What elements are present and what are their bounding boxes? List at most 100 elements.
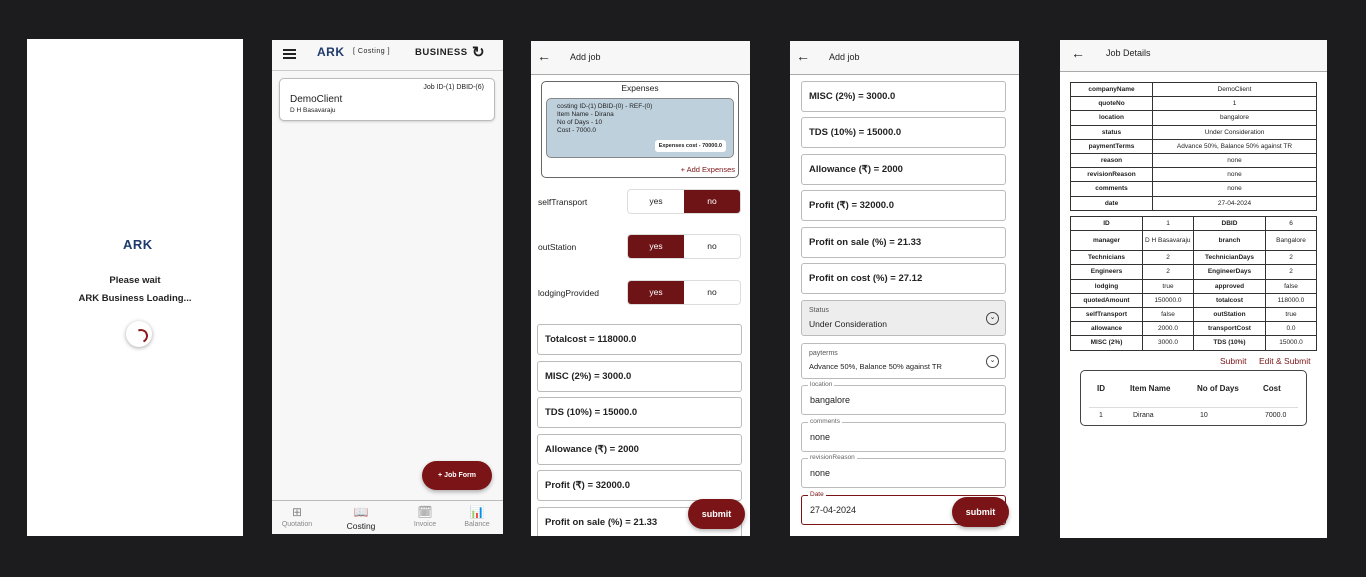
nav-balance[interactable]: 📊 Balance	[452, 505, 502, 528]
allowance-field[interactable]: Allowance (₹) = 2000	[537, 434, 742, 465]
comments-input[interactable]: comments none	[801, 418, 1006, 452]
field-name-cell: transportCost	[1193, 321, 1266, 337]
field-name-cell: allowance	[1070, 321, 1143, 337]
profit-on-sale-field[interactable]: Profit on sale (%) = 21.33	[801, 227, 1006, 258]
table-row: status Under Consideration	[1070, 124, 1317, 140]
menu-icon[interactable]	[283, 49, 296, 59]
expense-card[interactable]: costing ID-(1) DBID-(0) - REF-(0) Item N…	[546, 98, 734, 158]
yes-option[interactable]: yes	[628, 281, 684, 304]
app-bar: ARK [ Costing ] BUSINESS ↻	[272, 40, 503, 71]
table-row: allowance 2000.0 transportCost 0.0	[1070, 321, 1317, 337]
payterms-dropdown[interactable]: payterms Advance 50%, Balance 50% agains…	[801, 343, 1006, 379]
expenses-cost-badge: Expenses cost - 70000.0	[654, 140, 726, 152]
expenses-header: Expenses	[621, 83, 659, 93]
job-form-button[interactable]: + Job Form	[422, 461, 492, 490]
field-name-cell: approved	[1193, 278, 1266, 294]
job-cost-table: ID 1 DBID 6 manager D H Basavaraju branch Banga…	[1070, 215, 1317, 351]
misc-field[interactable]: MISC (2%) = 3000.0	[801, 81, 1006, 112]
logo-subtitle: [ Costing ]	[353, 48, 391, 55]
col-header: ID	[1097, 384, 1105, 393]
yes-option[interactable]: yes	[628, 235, 684, 258]
back-arrow-icon[interactable]: ←	[796, 48, 810, 64]
back-arrow-icon[interactable]: ←	[537, 48, 551, 64]
revision-reason-input[interactable]: revisionReason none	[801, 454, 1006, 488]
manager-name: D H Basavaraju	[290, 107, 336, 114]
col-header: Cost	[1263, 384, 1281, 393]
yes-option[interactable]: yes	[628, 190, 684, 213]
field-value-cell: true	[1142, 278, 1194, 294]
no-option[interactable]: no	[684, 190, 740, 213]
table-row: quoteNo 1	[1070, 96, 1317, 112]
field-name-cell: DBID	[1193, 215, 1266, 232]
field-value-cell: none	[1152, 152, 1317, 169]
nav-invoice[interactable]: 🗓 Invoice	[400, 505, 450, 528]
back-arrow-icon[interactable]: ←	[1071, 45, 1085, 61]
field-value-cell: Advance 50%, Balance 50% against TR	[1152, 138, 1317, 154]
divider	[1089, 407, 1298, 408]
location-input[interactable]: location bangalore	[801, 381, 1006, 415]
field-value-cell: 27-04-2024	[1152, 195, 1317, 211]
field-value-cell: D H Basavaraju	[1142, 230, 1194, 252]
edit-submit-link[interactable]: Edit & Submit	[1259, 356, 1311, 366]
field-value-cell: 2	[1265, 264, 1317, 280]
no-option[interactable]: no	[684, 281, 740, 304]
expense-line: No of Days - 10	[557, 119, 603, 126]
nav-quotation[interactable]: ⊞ Quotation	[272, 505, 322, 528]
table-row: reason none	[1070, 152, 1317, 169]
status-dropdown[interactable]: Status Under Consideration ⌄	[801, 300, 1006, 336]
table-row: Engineers 2 EngineerDays 2	[1070, 264, 1317, 280]
table-row: ID 1 DBID 6	[1070, 215, 1317, 232]
profit-field[interactable]: Profit (₹) = 32000.0	[537, 470, 742, 501]
add-job-scrolled-screen: ← Add job MISC (2%) = 3000.0 TDS (10%) =…	[790, 41, 1019, 536]
field-value-cell: 15000.0	[1265, 335, 1317, 351]
tds-field[interactable]: TDS (10%) = 15000.0	[537, 397, 742, 428]
field-name-cell: date	[1070, 195, 1153, 211]
misc-field[interactable]: MISC (2%) = 3000.0	[537, 361, 742, 392]
expense-line: costing ID-(1) DBID-(0) - REF-(0)	[557, 103, 653, 110]
refresh-icon[interactable]: ↻	[472, 43, 485, 61]
allowance-field[interactable]: Allowance (₹) = 2000	[801, 154, 1006, 185]
lodging-provided-toggle[interactable]: yes no	[627, 280, 741, 305]
field-value-cell: 2	[1142, 250, 1194, 266]
chart-icon: 📊	[469, 505, 485, 519]
no-option[interactable]: no	[684, 235, 740, 258]
field-value-cell: false	[1265, 278, 1317, 294]
please-wait-text: Please wait	[109, 275, 161, 286]
table-row: manager D H Basavaraju branch Bangalore	[1070, 230, 1317, 252]
job-info-table: companyName DemoClient quoteNo 1 location ban…	[1070, 81, 1317, 211]
self-transport-label: selfTransport	[538, 197, 588, 207]
field-name-cell: MISC (2%)	[1070, 335, 1143, 351]
app-bar: ← Add job	[790, 41, 1019, 75]
profit-field[interactable]: Profit (₹) = 32000.0	[801, 190, 1006, 221]
loading-spinner-icon	[126, 321, 152, 347]
field-name-cell: lodging	[1070, 278, 1143, 294]
tds-field[interactable]: TDS (10%) = 15000.0	[801, 117, 1006, 148]
field-value-cell: none	[1152, 167, 1317, 183]
submit-button[interactable]: submit	[688, 499, 745, 529]
field-name-cell: quoteNo	[1070, 96, 1153, 112]
submit-link[interactable]: Submit	[1220, 356, 1246, 366]
field-value-cell: 6	[1265, 215, 1317, 232]
field-value-cell: 2000.0	[1142, 321, 1194, 337]
ark-logo: ARK	[317, 45, 345, 59]
field-value-cell: 0.0	[1265, 321, 1317, 337]
page-title: Add job	[829, 52, 860, 62]
table-row: quotedAmount 150000.0 totalcost 118000.0	[1070, 292, 1317, 308]
nav-costing[interactable]: 📖 Costing	[336, 505, 386, 531]
page-title: Job Details	[1106, 48, 1151, 58]
table-row: selfTransport false outStation true	[1070, 306, 1317, 323]
totalcost-field[interactable]: Totalcost = 118000.0	[537, 324, 742, 355]
self-transport-toggle[interactable]: yes no	[627, 189, 741, 214]
table-row: companyName DemoClient	[1070, 81, 1317, 98]
field-name-cell: branch	[1193, 230, 1266, 252]
field-value-cell: Bangalore	[1265, 230, 1317, 252]
submit-button[interactable]: submit	[952, 497, 1009, 527]
profit-on-cost-field[interactable]: Profit on cost (%) = 27.12	[801, 263, 1006, 294]
field-value-cell: DemoClient	[1152, 81, 1317, 98]
out-station-toggle[interactable]: yes no	[627, 234, 741, 259]
grid-icon: ⊞	[291, 505, 303, 519]
job-card[interactable]: Job ID-(1) DBID-(6) DemoClient D H Basav…	[279, 78, 495, 121]
add-expenses-button[interactable]: + Add Expenses	[681, 165, 735, 174]
ark-logo: ARK	[123, 237, 153, 252]
loading-screen: ARK Please wait ARK Business Loading...	[27, 39, 243, 536]
